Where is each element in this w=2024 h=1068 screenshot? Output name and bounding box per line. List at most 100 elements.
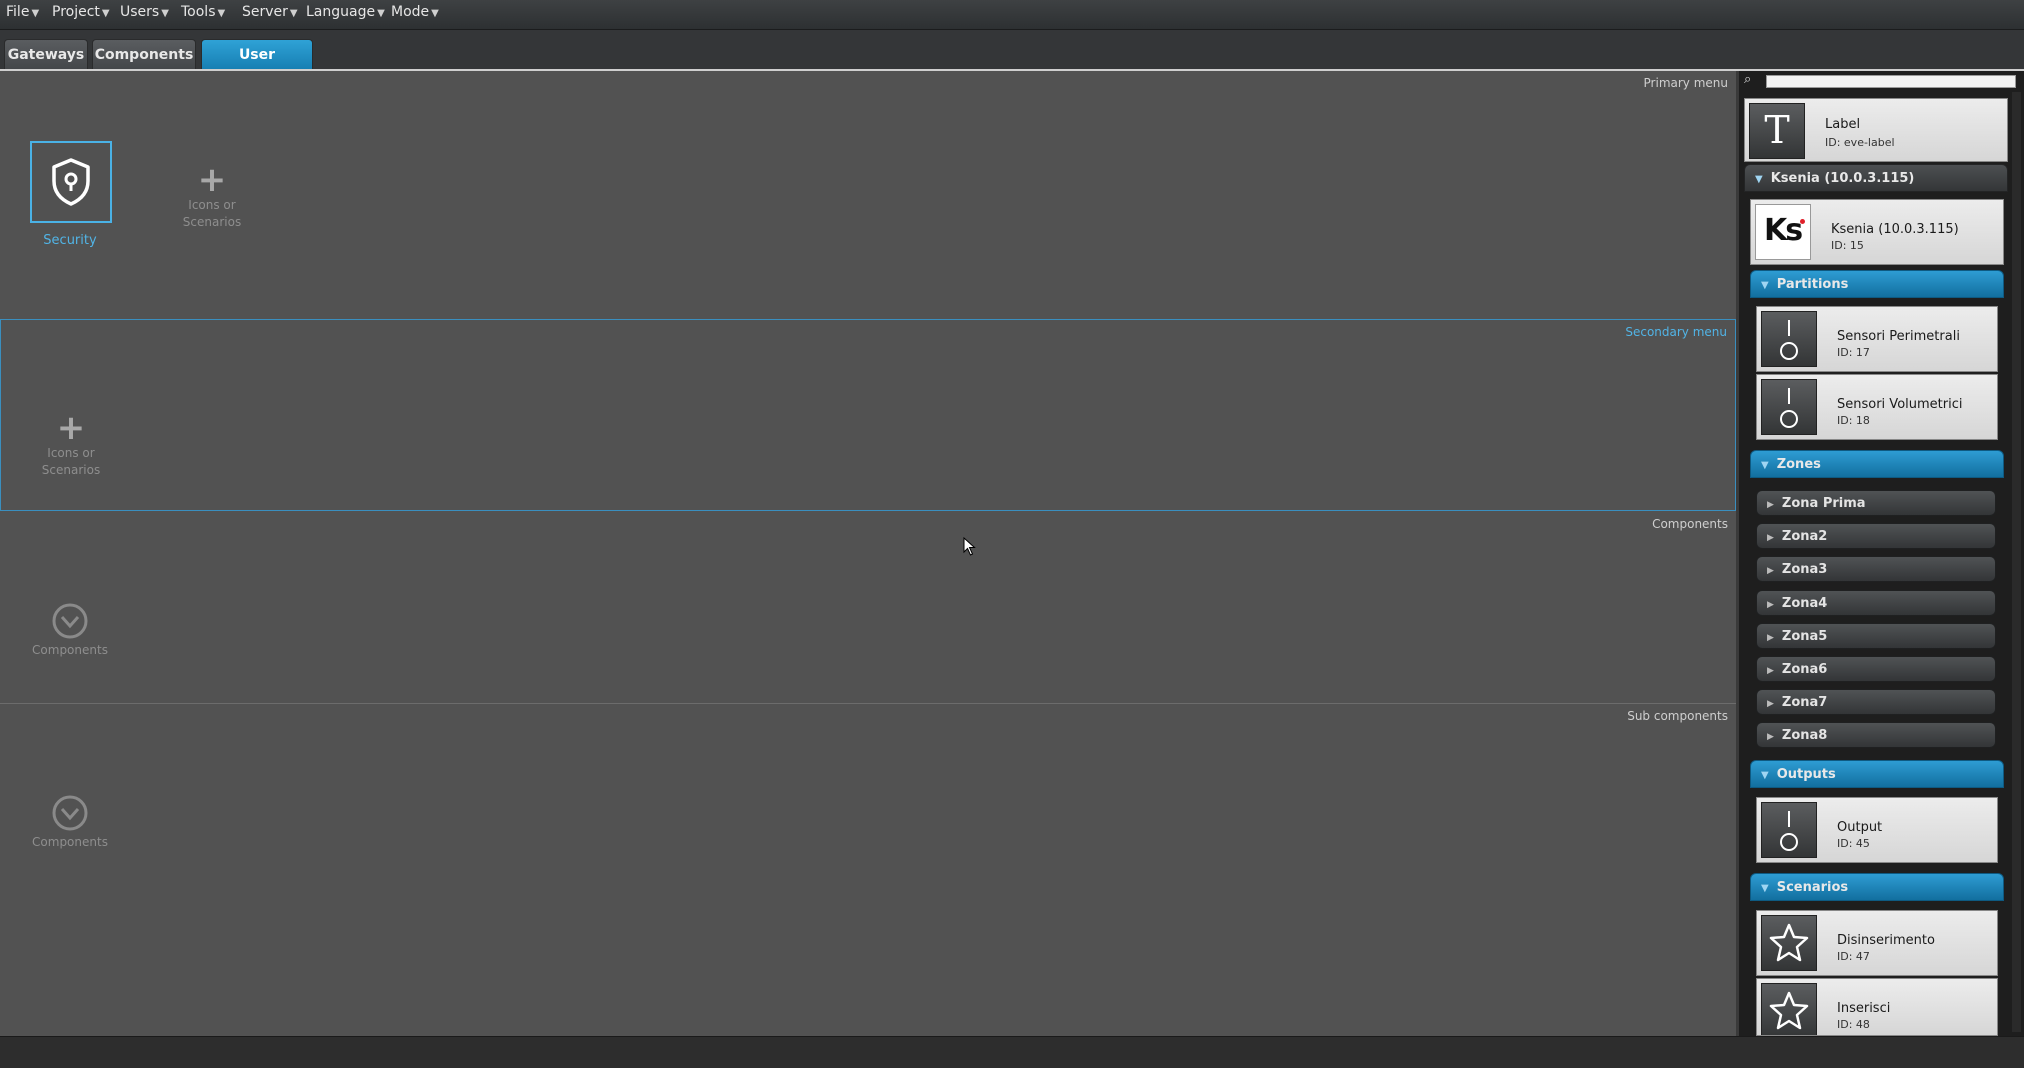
zone-item[interactable]: ▶ Zona5 <box>1756 623 1996 649</box>
menu-bar: File ▼ Project ▼ Users ▼ Tools ▼ Server ▼ Lan… <box>0 0 2024 30</box>
menu-users[interactable]: Users ▼ <box>114 0 175 29</box>
triangle-right-icon: ▶ <box>1767 699 1774 709</box>
plus-icon: + <box>56 408 86 448</box>
logo-dot <box>1800 219 1805 224</box>
tab-gateways[interactable]: Gateways <box>4 39 88 69</box>
ksenia-device-card[interactable]: Ks Ksenia (10.0.3.115) ID: 15 <box>1750 199 2004 265</box>
scenario-name: Inserisci <box>1837 1001 1891 1016</box>
group-ksenia-title: Ksenia (10.0.3.115) <box>1770 171 1915 186</box>
add-label-line2: Scenarios <box>41 463 101 477</box>
group-partitions-header[interactable]: ▼ Partitions <box>1750 270 2004 298</box>
triangle-right-icon: ▶ <box>1767 633 1774 643</box>
triangle-down-icon: ▼ <box>1761 280 1769 291</box>
add-icons-scenarios-primary[interactable]: + Icons or Scenarios <box>167 163 257 231</box>
shield-icon <box>52 158 90 206</box>
triangle-down-icon: ▼ <box>1761 770 1769 781</box>
zone-label: Zona3 <box>1781 562 1828 577</box>
sub-components-tile-label: Components <box>32 835 108 849</box>
menu-mode[interactable]: Mode ▼ <box>385 0 445 29</box>
sub-components-section[interactable]: Sub components Components <box>0 704 1736 894</box>
group-outputs-header[interactable]: ▼ Outputs <box>1750 760 2004 788</box>
triangle-right-icon: ▶ <box>1767 600 1774 610</box>
label-card[interactable]: T Label ID: eve-label <box>1744 98 2008 162</box>
add-label-line1: Icons or <box>188 198 236 212</box>
add-icons-scenarios-secondary[interactable]: + Icons or Scenarios <box>26 411 116 479</box>
zone-item[interactable]: ▶ Zona3 <box>1756 556 1996 582</box>
menu-file[interactable]: File ▼ <box>0 0 45 29</box>
partition-id: ID: 18 <box>1837 414 1870 427</box>
output-card[interactable]: Output ID: 45 <box>1756 797 1998 863</box>
search-input[interactable] <box>1766 75 2016 88</box>
zone-item[interactable]: ▶ Zona7 <box>1756 689 1996 715</box>
menu-language[interactable]: Language ▼ <box>300 0 391 29</box>
ksenia-logo-text: Ks <box>1764 213 1803 248</box>
zone-label: Zona7 <box>1781 695 1828 710</box>
zone-label: Zona Prima <box>1781 496 1866 511</box>
scenario-card[interactable]: Inserisci ID: 48 <box>1756 978 1998 1036</box>
panel-scrollbar[interactable] <box>2012 92 2021 1032</box>
primary-menu-section[interactable]: Primary menu Security + Icons or Scenari… <box>0 71 1736 318</box>
partition-card[interactable]: Sensori Volumetrici ID: 18 <box>1756 374 1998 440</box>
triangle-right-icon: ▶ <box>1767 500 1774 510</box>
group-ksenia-header[interactable]: ▼ Ksenia (10.0.3.115) <box>1744 164 2008 192</box>
triangle-right-icon: ▶ <box>1767 566 1774 576</box>
label-card-name: Label <box>1825 117 1861 132</box>
ui-canvas: Primary menu Security + Icons or Scenari… <box>0 71 1736 1066</box>
menu-project[interactable]: Project ▼ <box>46 0 116 29</box>
switch-icon <box>1761 311 1817 367</box>
mouse-cursor-icon <box>963 537 976 556</box>
menu-tools[interactable]: Tools ▼ <box>175 0 231 29</box>
plus-icon: + <box>197 160 227 200</box>
group-zones-header[interactable]: ▼ Zones <box>1750 450 2004 478</box>
components-section[interactable]: Components Components <box>0 512 1736 702</box>
security-tile[interactable] <box>30 141 112 223</box>
sub-components-tile[interactable]: Components <box>20 794 120 849</box>
tab-user-interface[interactable]: User Interface <box>201 39 313 93</box>
chevron-down-icon: ▼ <box>161 8 169 19</box>
chevron-down-icon: ▼ <box>101 8 110 19</box>
zone-item[interactable]: ▶ Zona2 <box>1756 523 1996 549</box>
zone-item[interactable]: ▶ Zona Prima <box>1756 490 1996 516</box>
group-partitions-title: Partitions <box>1776 277 1849 292</box>
triangle-down-icon: ▼ <box>1761 460 1769 471</box>
chevron-circle-down-icon <box>52 603 88 639</box>
partition-card[interactable]: Sensori Perimetrali ID: 17 <box>1756 306 1998 372</box>
triangle-right-icon: ▶ <box>1767 533 1774 543</box>
menu-users-label: Users <box>120 4 160 20</box>
menu-mode-label: Mode <box>391 4 430 20</box>
star-outline-icon <box>1769 923 1809 962</box>
toggle-icon <box>1780 811 1798 851</box>
components-tile-label: Components <box>32 643 108 657</box>
partition-name: Sensori Perimetrali <box>1837 329 1960 344</box>
menu-server[interactable]: Server ▼ <box>236 0 304 29</box>
sub-components-title: Sub components <box>1627 709 1728 723</box>
group-scenarios-header[interactable]: ▼ Scenarios <box>1750 873 2004 901</box>
group-zones-title: Zones <box>1776 457 1821 472</box>
scenario-card[interactable]: Disinserimento ID: 47 <box>1756 910 1998 976</box>
menu-language-label: Language <box>306 4 376 20</box>
components-tile[interactable]: Components <box>20 602 120 657</box>
secondary-menu-title: Secondary menu <box>1625 325 1727 339</box>
zone-item[interactable]: ▶ Zona4 <box>1756 590 1996 616</box>
zone-label: Zona5 <box>1781 629 1828 644</box>
chevron-down-icon: ▼ <box>289 8 298 19</box>
star-outline-icon <box>1769 991 1809 1030</box>
partition-name: Sensori Volumetrici <box>1837 397 1963 412</box>
secondary-menu-section[interactable]: Secondary menu + Icons or Scenarios <box>0 319 1736 511</box>
scenario-id: ID: 47 <box>1837 950 1870 963</box>
zone-item[interactable]: ▶ Zona6 <box>1756 656 1996 682</box>
toggle-icon <box>1780 388 1798 428</box>
star-icon <box>1761 915 1817 971</box>
ksenia-device-name: Ksenia (10.0.3.115) <box>1831 222 1959 237</box>
triangle-right-icon: ▶ <box>1767 666 1774 676</box>
chevron-down-icon: ▼ <box>217 8 226 19</box>
group-outputs-title: Outputs <box>1776 767 1836 782</box>
triangle-down-icon: ▼ <box>1755 174 1763 185</box>
zone-item[interactable]: ▶ Zona8 <box>1756 722 1996 748</box>
ksenia-logo-icon: Ks <box>1755 204 1811 260</box>
components-title: Components <box>1652 517 1728 531</box>
text-label-icon: T <box>1749 103 1805 159</box>
add-label-line1: Icons or <box>47 446 95 460</box>
menu-project-label: Project <box>52 4 100 20</box>
tab-components[interactable]: Components <box>92 39 196 69</box>
